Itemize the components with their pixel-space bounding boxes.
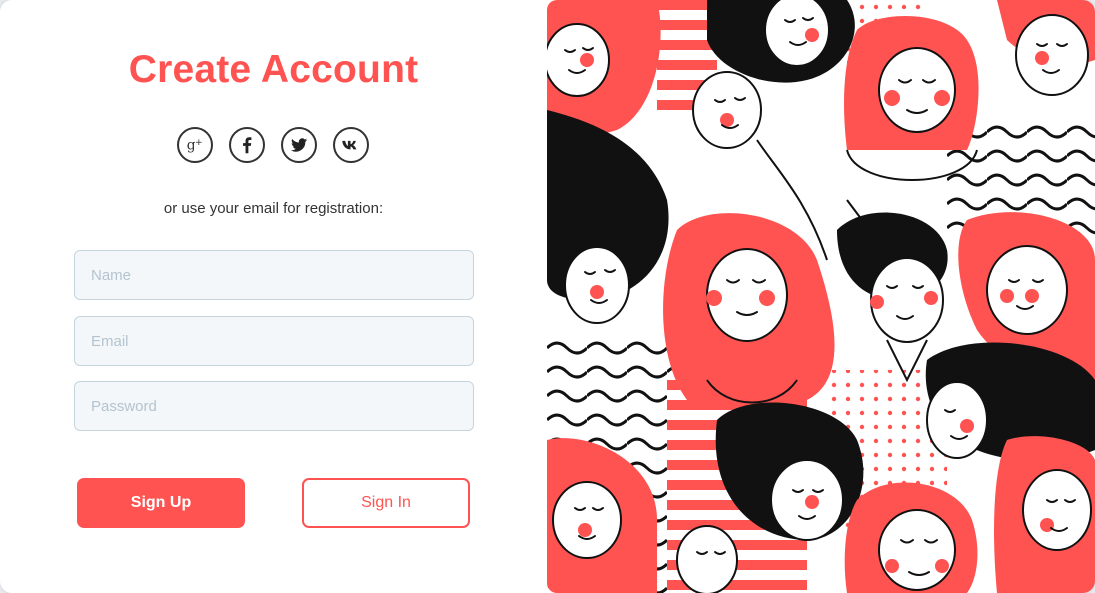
vk-icon [342,140,357,150]
signup-card: Create Account g + or use your email for… [0,0,1095,593]
facebook-icon [243,137,252,154]
password-input[interactable] [74,381,474,431]
vk-button[interactable] [333,127,369,163]
email-input[interactable] [74,316,474,366]
page-title: Create Account [128,48,419,91]
twitter-button[interactable] [281,127,317,163]
facebook-button[interactable] [229,127,265,163]
google-plus-icon: g + [187,137,203,154]
twitter-icon [290,138,308,152]
sign-up-button[interactable]: Sign Up [77,478,245,528]
social-login-row: g + [177,127,369,163]
svg-text:+: + [195,137,203,148]
people-crowd-illustration [547,0,1095,593]
registration-hint: or use your email for registration: [163,200,384,217]
illustration-panel [547,0,1095,593]
signup-form-panel: Create Account g + or use your email for… [0,0,547,593]
name-input[interactable] [74,250,474,300]
google-plus-button[interactable]: g + [177,127,213,163]
sign-in-button[interactable]: Sign In [302,478,470,528]
